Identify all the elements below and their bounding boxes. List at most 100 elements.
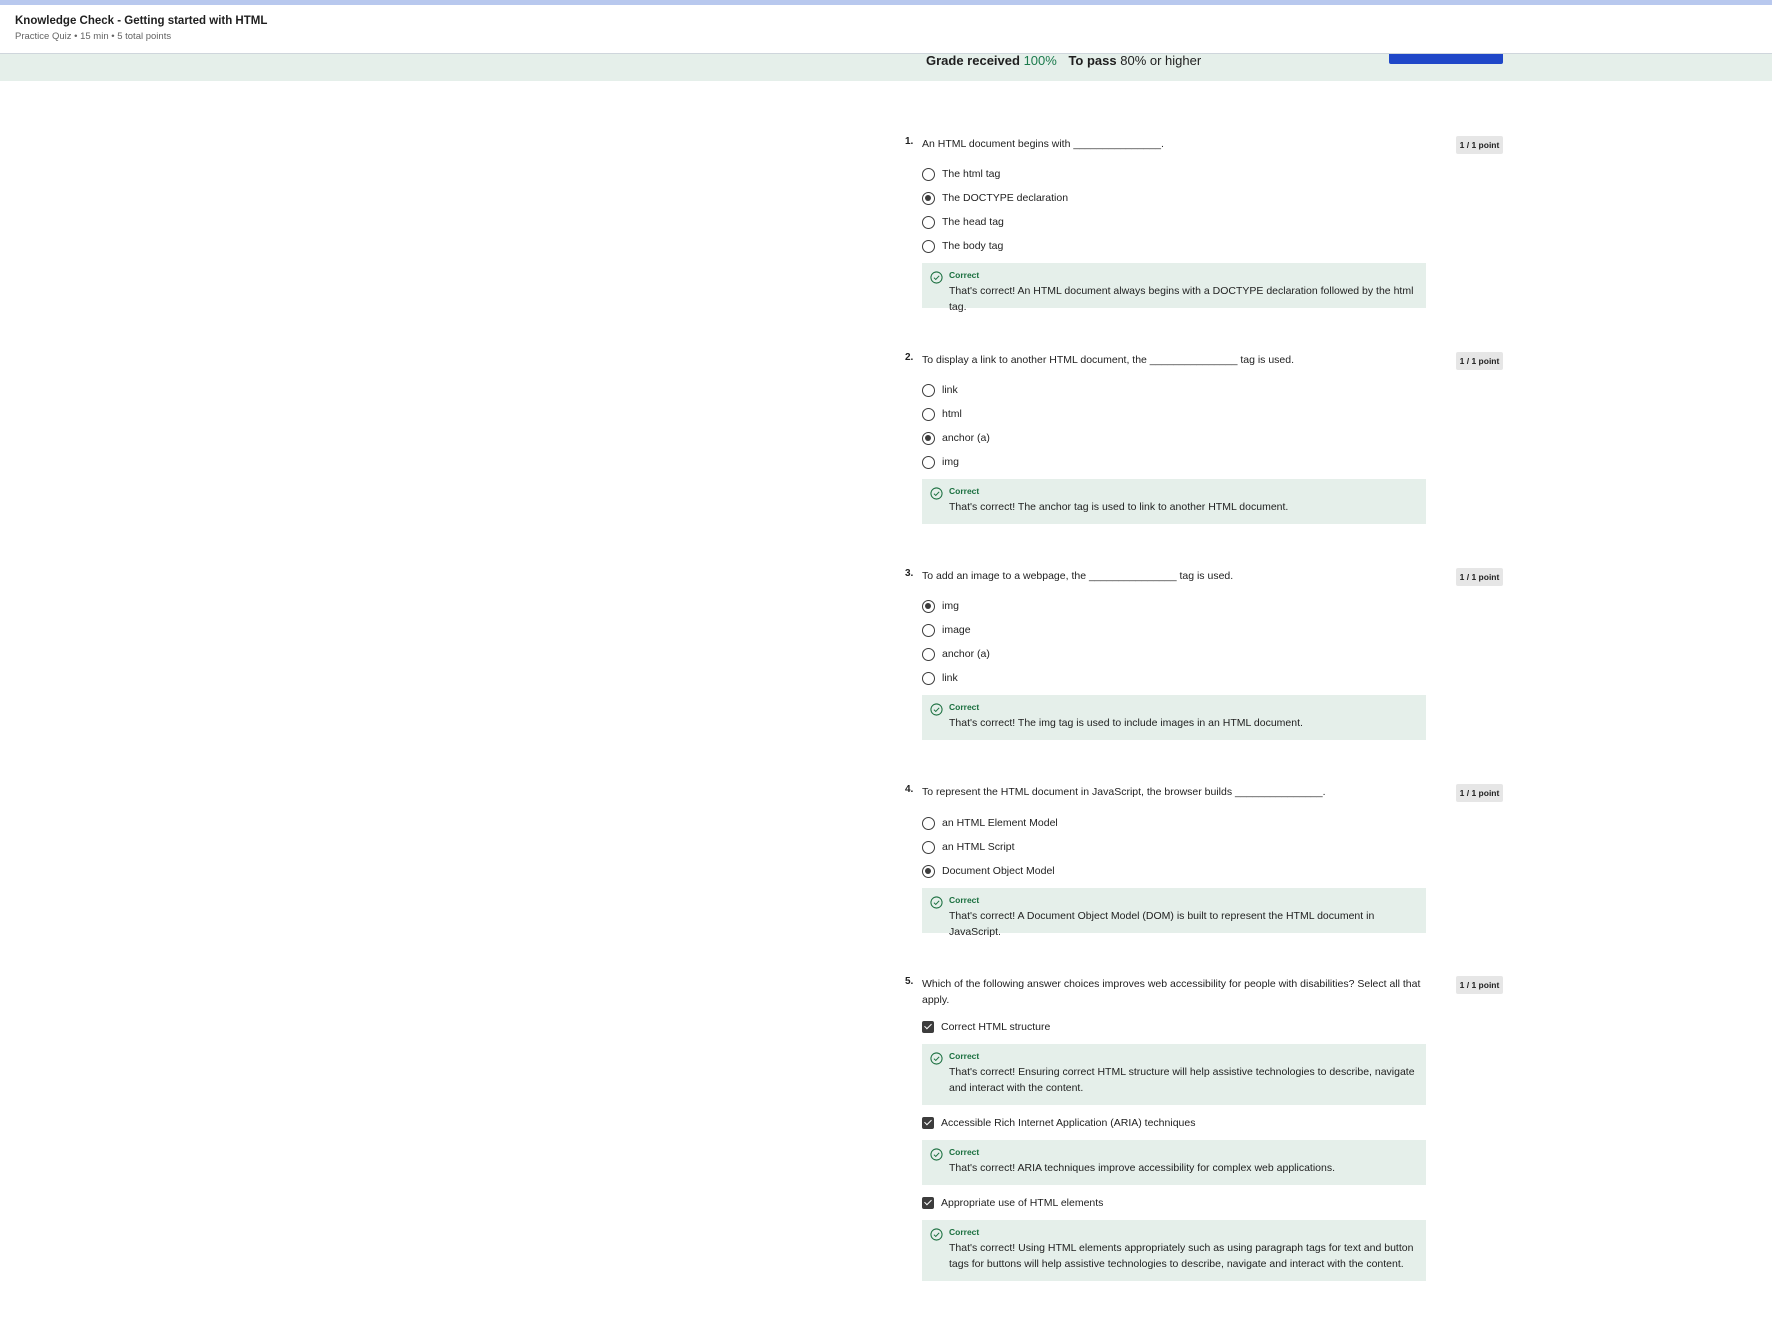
points-badge: 1 / 1 point bbox=[1456, 976, 1503, 994]
answer-option[interactable]: Appropriate use of HTML elements bbox=[922, 1195, 1103, 1211]
option-label: anchor (a) bbox=[942, 648, 990, 660]
radio-button[interactable] bbox=[922, 647, 935, 661]
checkbox-checked[interactable] bbox=[922, 1021, 934, 1033]
feedback-box: Correct That's correct! Using HTML eleme… bbox=[922, 1220, 1426, 1281]
option-label: Document Object Model bbox=[942, 865, 1055, 877]
option-label: link bbox=[942, 672, 958, 684]
question-2: 2. To display a link to another HTML doc… bbox=[903, 352, 1503, 524]
option-label: Correct HTML structure bbox=[941, 1021, 1051, 1033]
question-number: 5. bbox=[905, 976, 914, 987]
question-5: 5. Which of the following answer choices… bbox=[903, 976, 1503, 1281]
option-label: The head tag bbox=[942, 216, 1004, 228]
grade-received-label: Grade received bbox=[926, 53, 1020, 68]
answer-option[interactable]: link bbox=[922, 670, 958, 686]
answer-option[interactable]: img bbox=[922, 454, 959, 470]
radio-button[interactable] bbox=[922, 239, 935, 253]
question-text: To add an image to a webpage, the ______… bbox=[922, 570, 1234, 582]
check-circle-icon bbox=[930, 1148, 943, 1161]
check-circle-icon bbox=[930, 1228, 943, 1241]
feedback-box: Correct That's correct! The anchor tag i… bbox=[922, 479, 1426, 524]
answer-option[interactable]: The head tag bbox=[922, 214, 1004, 230]
answer-option[interactable]: The body tag bbox=[922, 238, 1003, 254]
option-label: img bbox=[942, 600, 959, 612]
question-1: 1. An HTML document begins with ________… bbox=[903, 136, 1503, 313]
answer-option[interactable]: The html tag bbox=[922, 166, 1000, 182]
question-3: 3. To add an image to a webpage, the ___… bbox=[903, 568, 1503, 740]
question-number: 2. bbox=[905, 352, 914, 363]
pass-label: To pass bbox=[1068, 53, 1117, 68]
option-label: anchor (a) bbox=[942, 432, 990, 444]
answer-option[interactable]: anchor (a) bbox=[922, 430, 990, 446]
option-label: link bbox=[942, 384, 958, 396]
question-text: To represent the HTML document in JavaSc… bbox=[922, 786, 1326, 798]
feedback-text: That's correct! A Document Object Model … bbox=[949, 910, 1375, 938]
radio-button[interactable] bbox=[922, 215, 935, 229]
radio-button[interactable] bbox=[922, 167, 935, 181]
answer-option[interactable]: Document Object Model bbox=[922, 863, 1055, 879]
feedback-box: Correct That's correct! Ensuring correct… bbox=[922, 1044, 1426, 1105]
radio-button[interactable] bbox=[922, 671, 935, 685]
feedback-box: Correct That's correct! The img tag is u… bbox=[922, 695, 1426, 740]
answer-option[interactable]: an HTML Script bbox=[922, 839, 1015, 855]
question-text: To display a link to another HTML docume… bbox=[922, 354, 1295, 366]
answer-option[interactable]: img bbox=[922, 598, 959, 614]
checkbox-checked[interactable] bbox=[922, 1197, 934, 1209]
radio-button[interactable] bbox=[922, 383, 935, 397]
radio-button-selected[interactable] bbox=[922, 191, 935, 205]
grade-bar: Grade received 100% To pass 80% or highe… bbox=[0, 54, 1772, 81]
pass-value: 80% or higher bbox=[1120, 53, 1202, 68]
radio-button-selected[interactable] bbox=[922, 431, 935, 445]
answer-option[interactable]: anchor (a) bbox=[922, 646, 990, 662]
question-number: 4. bbox=[905, 784, 914, 795]
check-circle-icon bbox=[930, 1052, 943, 1065]
feedback-text: That's correct! The anchor tag is used t… bbox=[949, 501, 1289, 513]
grade-summary: Grade received 100% To pass 80% or highe… bbox=[926, 54, 1201, 68]
radio-button-selected[interactable] bbox=[922, 864, 935, 878]
answer-option[interactable]: an HTML Element Model bbox=[922, 815, 1058, 831]
radio-button[interactable] bbox=[922, 407, 935, 421]
option-label: an HTML Script bbox=[942, 841, 1015, 853]
grade-received-value: 100% bbox=[1023, 53, 1057, 68]
option-label: img bbox=[942, 456, 959, 468]
continue-button[interactable] bbox=[1389, 54, 1503, 64]
feedback-text: That's correct! ARIA techniques improve … bbox=[949, 1162, 1336, 1174]
option-label: html bbox=[942, 408, 962, 420]
answer-option[interactable]: Correct HTML structure bbox=[922, 1019, 1050, 1035]
radio-button[interactable] bbox=[922, 623, 935, 637]
points-badge: 1 / 1 point bbox=[1456, 136, 1503, 154]
feedback-title: Correct bbox=[949, 702, 980, 712]
option-label: image bbox=[942, 624, 971, 636]
feedback-text: That's correct! Using HTML elements appr… bbox=[949, 1242, 1414, 1270]
radio-button[interactable] bbox=[922, 455, 935, 469]
feedback-box: Correct That's correct! A Document Objec… bbox=[922, 888, 1426, 938]
option-label: an HTML Element Model bbox=[942, 817, 1058, 829]
check-circle-icon bbox=[930, 487, 943, 500]
radio-button-selected[interactable] bbox=[922, 599, 935, 613]
answer-option[interactable]: The DOCTYPE declaration bbox=[922, 190, 1068, 206]
checkbox-checked[interactable] bbox=[922, 1117, 934, 1129]
quiz-meta: Practice Quiz • 15 min • 5 total points bbox=[15, 31, 172, 42]
answer-option[interactable]: link bbox=[922, 382, 958, 398]
feedback-text: That's correct! The img tag is used to i… bbox=[949, 717, 1303, 729]
feedback-box: Correct That's correct! An HTML document… bbox=[922, 263, 1426, 313]
feedback-title: Correct bbox=[949, 1227, 980, 1237]
option-label: Appropriate use of HTML elements bbox=[941, 1197, 1104, 1209]
feedback-box: Correct That's correct! ARIA techniques … bbox=[922, 1140, 1426, 1185]
answer-option[interactable]: html bbox=[922, 406, 962, 422]
radio-button[interactable] bbox=[922, 840, 935, 854]
option-label: The DOCTYPE declaration bbox=[942, 192, 1069, 204]
radio-button[interactable] bbox=[922, 816, 935, 830]
points-badge: 1 / 1 point bbox=[1456, 568, 1503, 586]
check-circle-icon bbox=[930, 896, 943, 909]
answer-option[interactable]: image bbox=[922, 622, 971, 638]
question-text: An HTML document begins with ___________… bbox=[922, 138, 1164, 150]
feedback-title: Correct bbox=[949, 270, 980, 280]
points-badge: 1 / 1 point bbox=[1456, 784, 1503, 802]
option-label: The html tag bbox=[942, 168, 1001, 180]
answer-option[interactable]: Accessible Rich Internet Application (AR… bbox=[922, 1115, 1195, 1131]
feedback-text: That's correct! Ensuring correct HTML st… bbox=[949, 1066, 1415, 1094]
option-label: Accessible Rich Internet Application (AR… bbox=[941, 1117, 1196, 1129]
feedback-title: Correct bbox=[949, 895, 980, 905]
question-number: 1. bbox=[905, 136, 914, 147]
feedback-text: That's correct! An HTML document always … bbox=[949, 285, 1414, 313]
